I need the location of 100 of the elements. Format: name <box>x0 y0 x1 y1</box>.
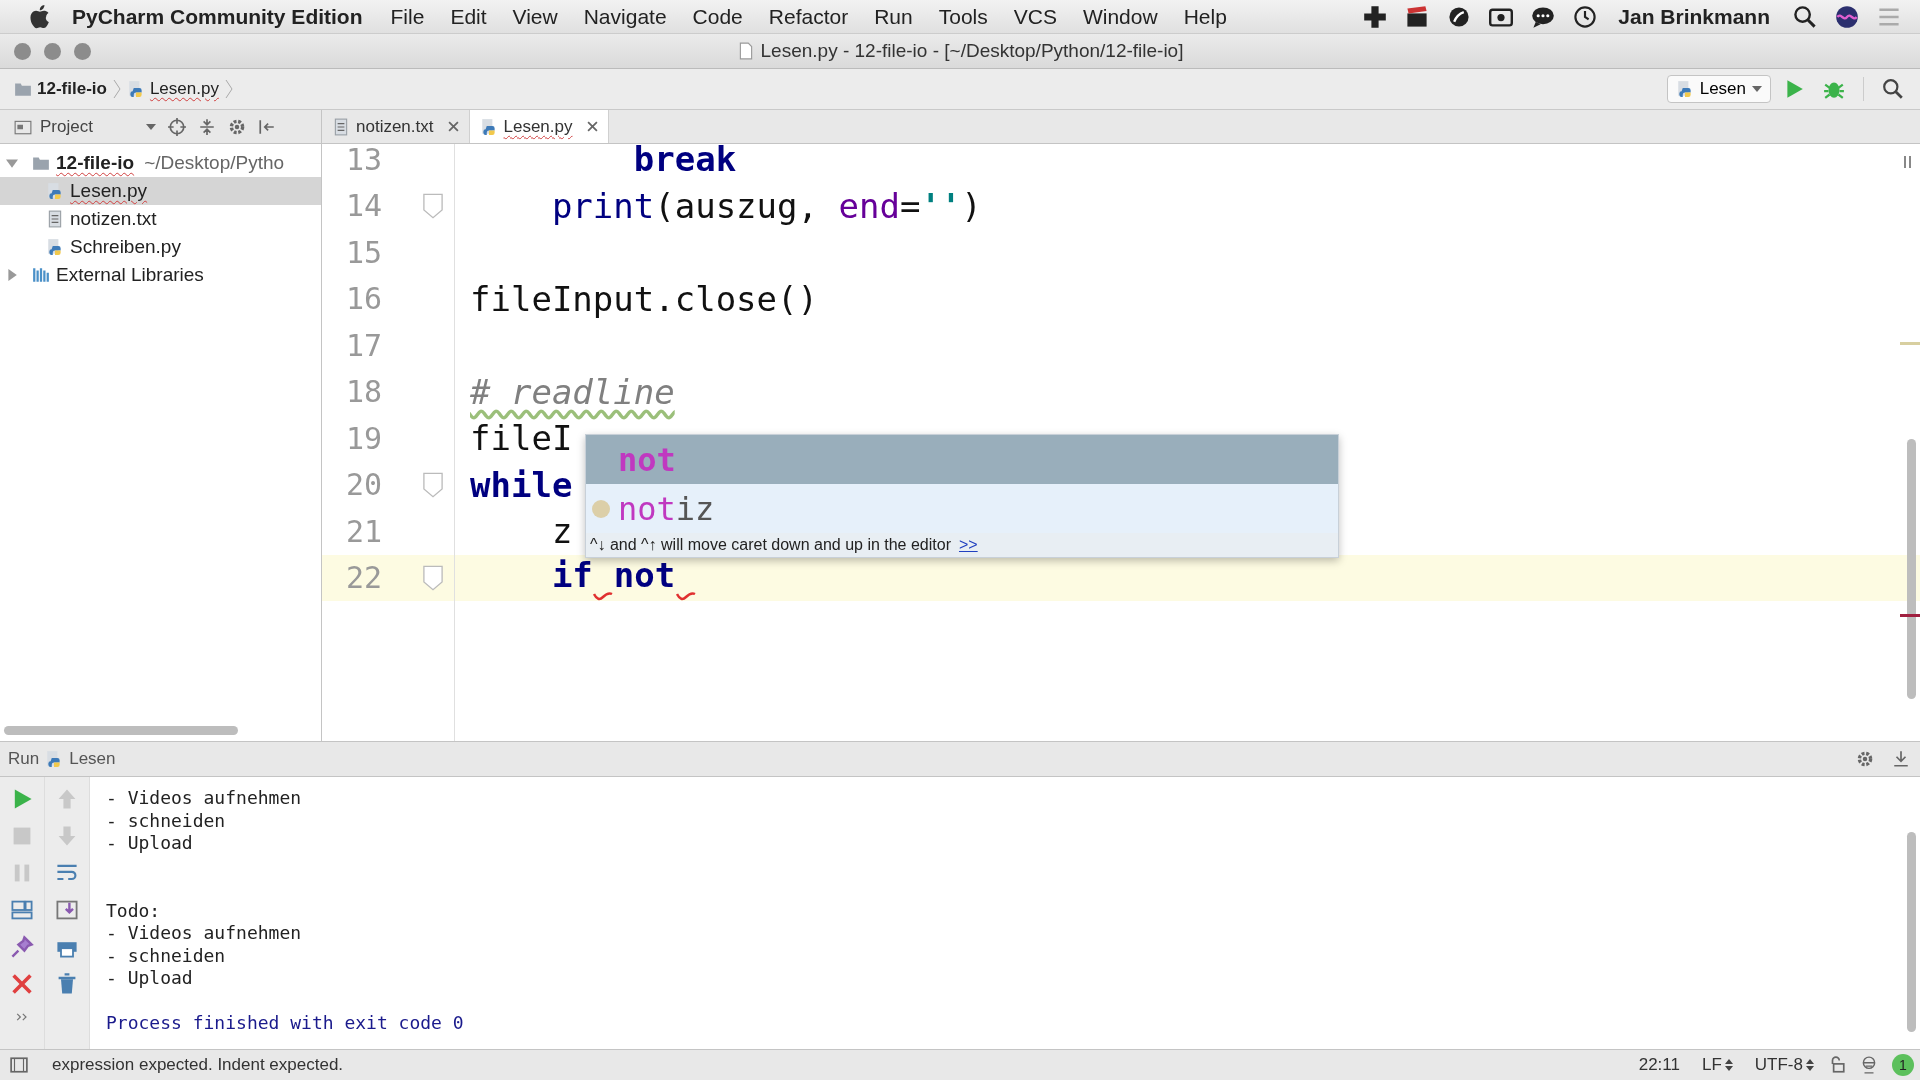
settings-icon[interactable] <box>228 117 246 136</box>
menu-item[interactable]: View <box>512 4 558 29</box>
line-number: 15 <box>344 234 383 270</box>
menu-item[interactable]: Refactor <box>768 4 849 29</box>
completion-item[interactable]: notiz <box>586 484 1338 533</box>
line-number: 14 <box>344 188 383 224</box>
search-icon[interactable] <box>1882 78 1904 100</box>
user-name[interactable]: Jan Brinkmann <box>1618 4 1770 29</box>
project-view-dropdown[interactable]: Project <box>14 116 156 137</box>
up-down-arrows-icon <box>1806 1059 1814 1071</box>
console-output: - Upload <box>106 967 194 990</box>
menu-item[interactable]: Run <box>874 4 913 29</box>
vertical-scrollbar[interactable] <box>1907 439 1916 699</box>
up-down-arrows-icon <box>1724 1059 1733 1071</box>
collapse-all-icon[interactable] <box>198 117 216 136</box>
notification-badge[interactable]: 1 <box>1892 1054 1914 1076</box>
menu-item[interactable]: Navigate <box>583 4 667 29</box>
code-line: fileI <box>470 418 573 459</box>
tree-item[interactable]: notizen.txt <box>0 205 321 233</box>
console-output: - schneiden <box>106 809 227 832</box>
hint-link[interactable]: >> <box>959 536 978 554</box>
run-tab[interactable]: Lesen <box>69 749 116 769</box>
chevron-icon <box>112 78 121 100</box>
fold-marker-icon[interactable] <box>422 471 444 498</box>
chat-icon[interactable] <box>1531 4 1556 29</box>
panel-toggle-icon[interactable] <box>10 1056 28 1074</box>
fold-marker-icon[interactable] <box>422 192 444 219</box>
warning-marker[interactable] <box>1900 342 1920 345</box>
code-line: while <box>470 464 573 505</box>
vertical-scrollbar[interactable] <box>1907 832 1916 1032</box>
clapper-icon[interactable] <box>1405 4 1430 29</box>
code-line: fileInput.close() <box>470 278 818 319</box>
menu-item[interactable]: Window <box>1082 4 1158 29</box>
tree-item[interactable]: 12-file-io ~/Desktop/Pytho <box>0 149 321 177</box>
pin-icon[interactable] <box>10 935 34 959</box>
line-number: 18 <box>344 374 383 410</box>
zoom-button[interactable] <box>74 42 91 60</box>
menu-item[interactable]: Edit <box>450 4 487 29</box>
line-separator-selector[interactable]: LF <box>1702 1055 1733 1075</box>
menu-item[interactable]: Code <box>692 4 743 29</box>
download-icon[interactable] <box>1892 750 1910 768</box>
caret-position[interactable]: 22:11 <box>1638 1055 1680 1075</box>
line-number: 19 <box>344 420 383 456</box>
python-file-icon <box>479 117 498 136</box>
hide-panel-icon[interactable] <box>258 117 276 136</box>
collapse-arrow-icon[interactable] <box>6 157 18 169</box>
pause-icon <box>1904 156 1912 168</box>
apple-logo-icon[interactable] <box>30 4 50 29</box>
line-number: 17 <box>344 327 383 363</box>
error-marker[interactable] <box>1900 614 1920 617</box>
editor-tab[interactable]: notizen.txt <box>322 110 470 143</box>
breadcrumb[interactable]: 12-file-io <box>14 79 107 99</box>
status-message: expression expected. Indent expected. <box>52 1055 344 1075</box>
fold-marker-icon[interactable] <box>422 564 444 591</box>
encoding-selector[interactable]: UTF-8 <box>1754 1055 1814 1075</box>
folder-icon <box>32 154 50 172</box>
line-number: 22 <box>344 560 383 596</box>
menu-item[interactable]: Tools <box>938 4 988 29</box>
horizontal-scrollbar[interactable] <box>4 726 238 735</box>
plus-icon[interactable] <box>1363 4 1388 29</box>
history-icon[interactable] <box>1573 4 1598 29</box>
console-output: - schneiden <box>106 944 227 967</box>
tree-item[interactable]: Lesen.py <box>0 177 321 205</box>
console-output: Todo: <box>106 899 162 922</box>
console-output: - Videos aufnehmen <box>106 922 303 945</box>
folder-icon <box>14 80 32 98</box>
menu-item[interactable]: Help <box>1183 4 1227 29</box>
close-icon[interactable] <box>447 121 459 132</box>
close-icon[interactable] <box>10 972 34 996</box>
line-number: 20 <box>344 467 383 503</box>
caret-icon <box>1752 86 1762 92</box>
run-configuration-dropdown[interactable]: Lesen <box>1666 75 1771 103</box>
console-output: - Videos aufnehmen <box>106 787 303 810</box>
expand-arrow-icon[interactable] <box>6 269 18 281</box>
tree-item[interactable]: External Libraries <box>0 261 321 289</box>
text-file-icon <box>46 210 64 228</box>
scroll-to-end-icon[interactable] <box>55 898 79 922</box>
search-icon[interactable] <box>1793 4 1817 29</box>
breadcrumb[interactable]: Lesen.py <box>126 79 219 99</box>
variable-icon <box>592 499 610 518</box>
minimize-button[interactable] <box>44 42 61 60</box>
layout-icon[interactable] <box>10 898 34 922</box>
menu-item[interactable]: VCS <box>1013 4 1057 29</box>
close-icon[interactable] <box>586 121 598 132</box>
close-button[interactable] <box>14 42 31 60</box>
editor-tab[interactable]: Lesen.py <box>469 110 609 143</box>
menu-item[interactable]: File <box>390 4 425 29</box>
library-icon <box>32 266 50 284</box>
app-name[interactable]: PyCharm Community Edition <box>72 4 363 29</box>
run-panel-title: Run <box>8 749 40 769</box>
process-exit-message: Process finished with exit code 0 <box>106 1012 464 1035</box>
window-title: Lesen.py - 12-file-io - [~/Desktop/Python/12-file-io] <box>760 40 1184 62</box>
settings-icon[interactable] <box>1856 750 1874 768</box>
tree-item[interactable]: Schreiben.py <box>0 233 321 261</box>
caret-icon <box>146 123 156 130</box>
console-output: - Upload <box>106 832 194 855</box>
target-icon[interactable] <box>168 117 186 136</box>
code-line: break <box>632 144 737 180</box>
line-number: 16 <box>344 281 383 317</box>
python-file-icon <box>46 182 64 200</box>
